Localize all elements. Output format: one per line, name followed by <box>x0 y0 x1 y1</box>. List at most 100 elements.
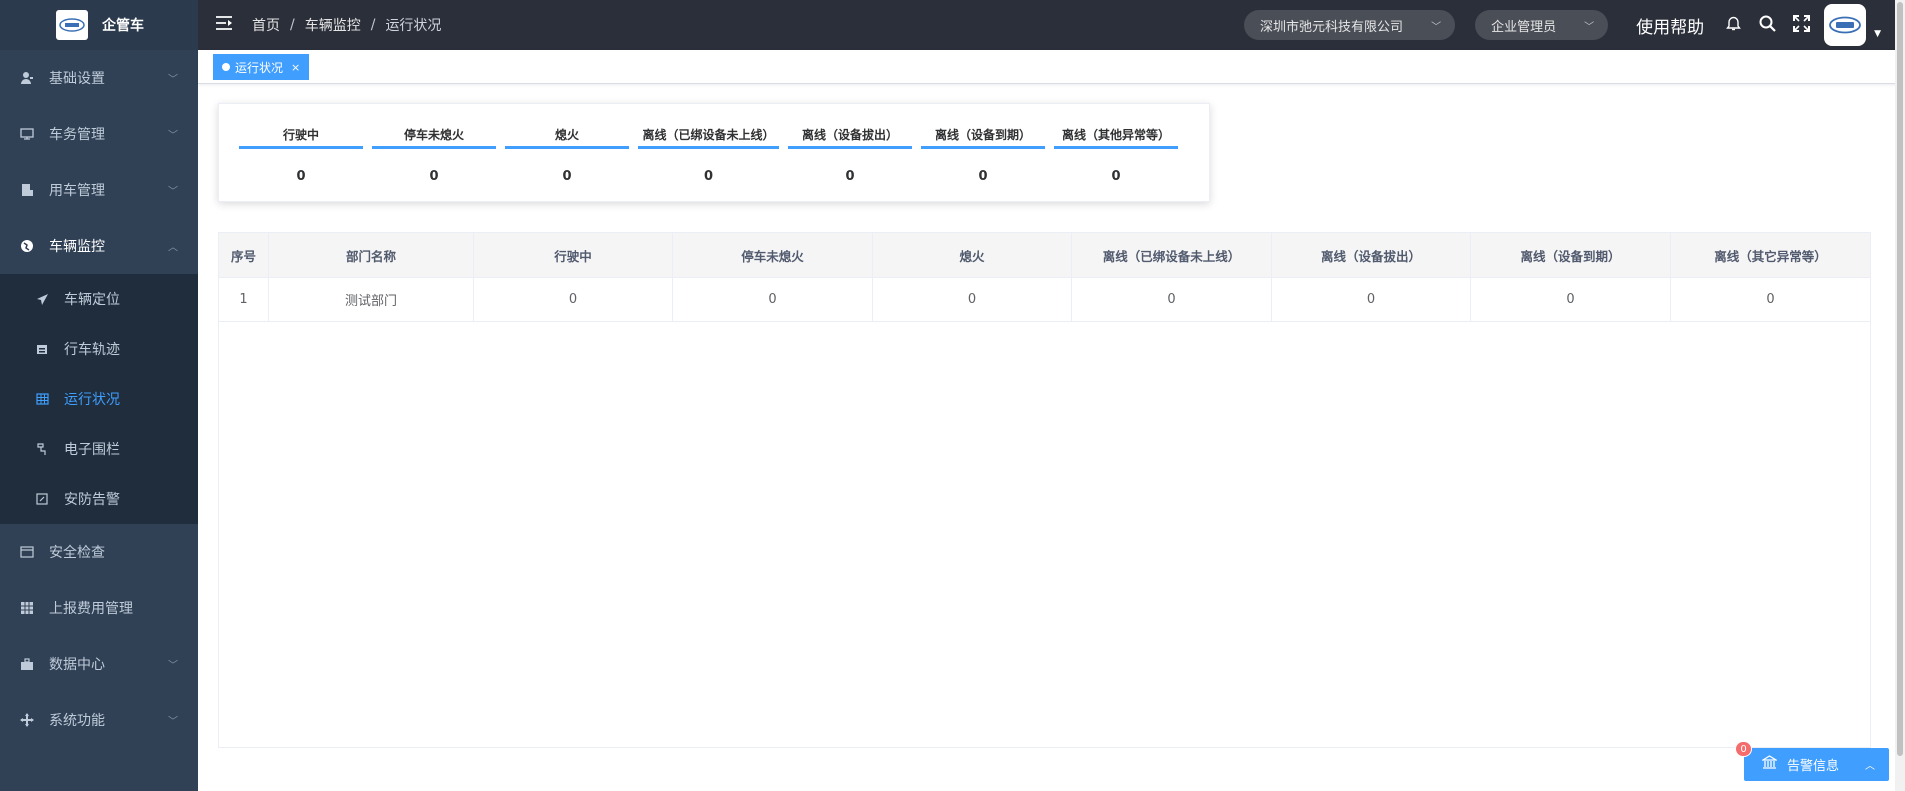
caret-down-icon[interactable]: ▼ <box>1874 29 1881 39</box>
move-icon <box>19 712 35 728</box>
sidebar-item-expense-report[interactable]: 上报费用管理 <box>0 580 198 636</box>
close-icon[interactable]: × <box>291 61 300 74</box>
scrollbar-thumb[interactable] <box>1897 2 1903 756</box>
vertical-scrollbar[interactable] <box>1895 0 1905 791</box>
alarm-info-button[interactable]: 告警信息 ︿ <box>1744 748 1889 781</box>
column-header: 熄火 <box>873 233 1072 277</box>
sidebar-item-label: 数据中心 <box>49 657 105 673</box>
sidebar-item-label: 系统功能 <box>49 713 105 729</box>
table-cell: 0 <box>873 278 1072 321</box>
stat-offline-other: 离线（其他异常等） 0 <box>1054 126 1178 184</box>
avatar[interactable] <box>1824 4 1867 46</box>
sidebar-item-label: 上报费用管理 <box>49 601 133 617</box>
sidebar-item-system-functions[interactable]: 系统功能 ﹀ <box>0 692 198 748</box>
sidebar-item-label: 安全检查 <box>49 545 105 561</box>
stat-offline-unplugged: 离线（设备拔出） 0 <box>788 126 912 184</box>
app-title: 企管车 <box>102 18 144 34</box>
user-icon <box>19 70 35 86</box>
stat-engine-off: 熄火 0 <box>505 126 629 184</box>
sidebar-item-basic-settings[interactable]: 基础设置 ﹀ <box>0 50 198 106</box>
help-link[interactable]: 使用帮助 <box>1636 13 1704 38</box>
breadcrumb-vehicle-monitor[interactable]: 车辆监控 <box>305 15 361 35</box>
stat-label: 离线（其他异常等） <box>1054 126 1178 149</box>
chevron-down-icon: ﹀ <box>168 716 178 728</box>
breadcrumb-home[interactable]: 首页 <box>252 15 280 35</box>
stat-value: 0 <box>845 169 855 184</box>
briefcase-icon <box>19 656 35 672</box>
sidebar-item-vehicle-monitor[interactable]: 车辆监控 ︿ <box>0 218 198 274</box>
top-navbar: 首页 / 车辆监控 / 运行状况 深圳市弛元科技有限公司 ﹀ 企业管理员 ﹀ 使… <box>198 0 1905 50</box>
column-header: 离线（设备到期） <box>1471 233 1671 277</box>
calendar-icon <box>34 343 50 355</box>
sidebar-item-vehicle-location[interactable]: 车辆定位 <box>0 274 198 324</box>
fence-icon <box>34 442 50 456</box>
stat-value: 0 <box>978 169 988 184</box>
sidebar-item-label: 运行状况 <box>64 392 120 408</box>
stat-label: 离线（已绑设备未上线） <box>638 126 779 149</box>
table-cell: 1 <box>219 278 269 321</box>
stat-value: 0 <box>429 169 439 184</box>
table-icon <box>34 393 50 405</box>
breadcrumb-current: 运行状况 <box>385 18 442 34</box>
chevron-down-icon: ﹀ <box>1431 21 1442 33</box>
logo-image <box>56 10 88 40</box>
sidebar-item-running-status[interactable]: 运行状况 <box>0 374 198 424</box>
role-select-value: 企业管理员 <box>1491 19 1557 35</box>
chevron-down-icon: ﹀ <box>168 186 178 198</box>
tag-label: 运行状况 <box>235 60 284 75</box>
stat-offline-expired: 离线（设备到期） 0 <box>921 126 1045 184</box>
company-select[interactable]: 深圳市弛元科技有限公司 ﹀ <box>1244 10 1456 40</box>
active-dot-icon <box>222 63 230 71</box>
sidebar-item-security-alarm[interactable]: 安防告警 <box>0 474 198 524</box>
column-header: 行驶中 <box>474 233 673 277</box>
sidebar-item-label: 车辆定位 <box>64 292 120 308</box>
status-summary-card: 行驶中 0 停车未熄火 0 熄火 0 离线（已绑设备未上线） 0 离线（设备拔出… <box>218 103 1210 202</box>
chevron-up-icon: ︿ <box>168 242 178 254</box>
stat-label: 离线（设备拔出） <box>788 126 912 149</box>
tags-view: 运行状况 × <box>198 50 1905 84</box>
chevron-down-icon: ﹀ <box>1584 21 1595 33</box>
alarm-label: 告警信息 <box>1787 759 1840 774</box>
role-select[interactable]: 企业管理员 ﹀ <box>1475 10 1609 40</box>
table-cell: 0 <box>673 278 873 321</box>
sidebar-item-label: 安防告警 <box>64 492 120 508</box>
search-icon[interactable] <box>1756 15 1778 36</box>
document-icon <box>19 182 35 198</box>
table-cell: 0 <box>1072 278 1272 321</box>
sidebar: 企管车 基础设置 ﹀ 车务管理 ﹀ 用车管理 ﹀ 车辆监控 ︿ 车辆定位 行车轨… <box>0 0 198 791</box>
column-header: 部门名称 <box>269 233 474 277</box>
alarm-count-badge: 0 <box>1735 741 1752 757</box>
fullscreen-icon[interactable] <box>1790 14 1812 36</box>
sidebar-item-safety-check[interactable]: 安全检查 <box>0 524 198 580</box>
column-header: 离线（设备拔出） <box>1272 233 1471 277</box>
table-cell: 0 <box>1272 278 1471 321</box>
sidebar-item-label: 基础设置 <box>49 71 105 87</box>
monitor-icon <box>19 126 35 142</box>
logo: 企管车 <box>0 0 198 50</box>
stat-label: 停车未熄火 <box>372 126 496 149</box>
vehicle-monitor-submenu: 车辆定位 行车轨迹 运行状况 电子围栏 安防告警 <box>0 274 198 524</box>
sidebar-item-label: 车辆监控 <box>49 239 105 255</box>
edit-icon <box>34 493 50 505</box>
sidebar-item-e-fence[interactable]: 电子围栏 <box>0 424 198 474</box>
stat-value: 0 <box>703 169 714 184</box>
sidebar-item-data-center[interactable]: 数据中心 ﹀ <box>0 636 198 692</box>
sidebar-item-vehicle-affairs[interactable]: 车务管理 ﹀ <box>0 106 198 162</box>
hamburger-icon[interactable] <box>214 15 234 36</box>
sidebar-item-driving-track[interactable]: 行车轨迹 <box>0 324 198 374</box>
column-header: 序号 <box>219 233 269 277</box>
sidebar-item-label: 行车轨迹 <box>64 342 120 358</box>
bell-icon[interactable] <box>1722 15 1744 35</box>
tag-running-status[interactable]: 运行状况 × <box>213 54 310 80</box>
stat-label: 熄火 <box>505 126 629 149</box>
send-icon <box>34 293 50 306</box>
table-cell: 0 <box>474 278 673 321</box>
chevron-down-icon: ﹀ <box>168 74 178 86</box>
navbar-right: 深圳市弛元科技有限公司 ﹀ 企业管理员 ﹀ 使用帮助 ▼ <box>1244 0 1905 50</box>
company-select-value: 深圳市弛元科技有限公司 <box>1260 19 1404 35</box>
table-row[interactable]: 1 测试部门 0 0 0 0 0 0 0 <box>219 278 1870 322</box>
stat-value: 0 <box>562 169 572 184</box>
sidebar-item-car-usage[interactable]: 用车管理 ﹀ <box>0 162 198 218</box>
department-status-table: 序号 部门名称 行驶中 停车未熄火 熄火 离线（已绑设备未上线） 离线（设备拔出… <box>218 232 1871 748</box>
stat-value: 0 <box>1111 169 1121 184</box>
